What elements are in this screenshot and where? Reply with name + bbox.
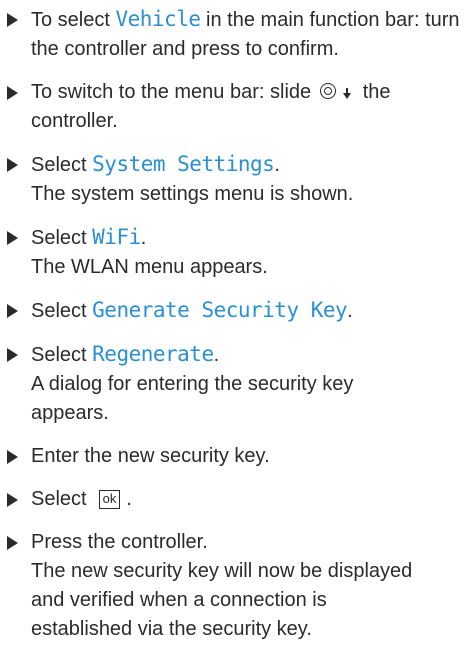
step-text: To select <box>31 9 116 31</box>
step-select-vehicle: To select Vehicle in the main function b… <box>7 5 463 64</box>
step-select-ok: Select ok. <box>7 485 463 514</box>
step-result-line: appears. <box>31 402 109 424</box>
step-text: Select <box>31 488 87 510</box>
step-text: . <box>274 154 280 176</box>
step-bullet-icon <box>7 348 18 362</box>
step-result-line: established via the security key. <box>31 618 312 640</box>
step-text: Enter the new security key. <box>31 445 270 467</box>
ui-term-regenerate: Regenerate <box>92 342 214 366</box>
step-select-regenerate: Select Regenerate. A dialog for entering… <box>7 340 463 428</box>
step-result: The WLAN menu appears. <box>31 256 268 278</box>
step-bullet-icon <box>7 493 18 507</box>
step-text: To switch to the menu bar: slide <box>31 81 317 103</box>
step-bullet-icon <box>7 158 18 172</box>
step-result-line: and verified when a connection is <box>31 589 327 611</box>
ui-term-vehicle: Vehicle <box>115 7 201 31</box>
instruction-list: To select Vehicle in the main function b… <box>7 5 463 658</box>
step-result: The system settings menu is shown. <box>31 183 354 205</box>
step-text: Select <box>31 300 93 322</box>
ui-term-generate-security-key: Generate Security Key <box>92 298 348 322</box>
controller-knob-icon <box>319 83 336 99</box>
step-text: Select <box>31 344 93 366</box>
step-switch-menu-bar: To switch to the menu bar: slide the con… <box>7 78 463 136</box>
step-text: . <box>213 344 220 366</box>
step-text: . <box>126 488 132 510</box>
ui-term-system-settings: System Settings <box>92 152 275 176</box>
step-bullet-icon <box>7 304 18 318</box>
step-bullet-icon <box>7 450 18 464</box>
step-select-wifi: Select WiFi. The WLAN menu appears. <box>7 223 463 282</box>
step-text: Press the controller. <box>31 531 208 553</box>
step-press-controller: Press the controller. The new security k… <box>7 528 463 644</box>
ok-key-symbol: ok <box>98 490 121 509</box>
step-result-line: The new security key will now be display… <box>31 560 413 582</box>
step-bullet-icon <box>7 86 18 100</box>
step-bullet-icon <box>7 536 18 550</box>
step-bullet-icon <box>7 231 18 245</box>
step-text: Select <box>31 154 93 176</box>
step-select-system-settings: Select System Settings. The system setti… <box>7 150 463 209</box>
step-text: . <box>140 227 147 249</box>
step-result-line: A dialog for entering the security key <box>31 373 354 395</box>
arrow-down-icon <box>342 86 351 100</box>
step-text: Select <box>31 227 93 249</box>
step-text: . <box>347 300 353 322</box>
ui-term-wifi: WiFi <box>92 225 141 249</box>
step-enter-key: Enter the new security key. <box>7 442 463 471</box>
step-select-generate-security-key: Select Generate Security Key. <box>7 296 463 326</box>
step-bullet-icon <box>7 13 18 27</box>
